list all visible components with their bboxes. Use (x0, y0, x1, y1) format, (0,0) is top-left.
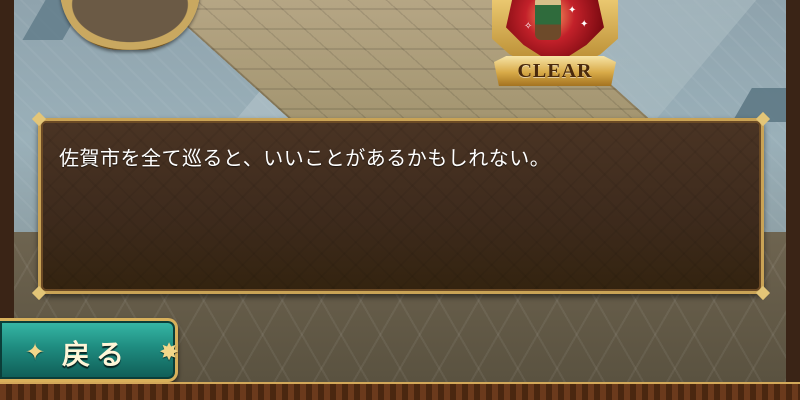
sparkle-icon: ✦ (568, 5, 577, 16)
sparkle-icon: ✧ (524, 21, 533, 32)
character-sprite-icon (535, 0, 561, 40)
sparkle-icon: ✦ (580, 19, 589, 30)
bottom-border (0, 382, 800, 400)
clear-label: CLEAR (494, 56, 616, 86)
compass-ornament-icon: ✸ (158, 338, 180, 366)
back-button-label: 戻る (62, 338, 131, 371)
compass-ornament-icon: ✦ (24, 338, 46, 366)
clear-map-node[interactable]: ✦ ✦ ✧ CLEAR (480, 0, 630, 102)
dialog-message: 佐賀市を全て巡ると、いいことがあるかもしれない。 (59, 146, 551, 170)
message-dialog: 佐賀市を全て巡ると、いいことがあるかもしれない。 (31, 111, 771, 301)
back-button[interactable]: ✦ 戻る ✸ (0, 318, 179, 382)
